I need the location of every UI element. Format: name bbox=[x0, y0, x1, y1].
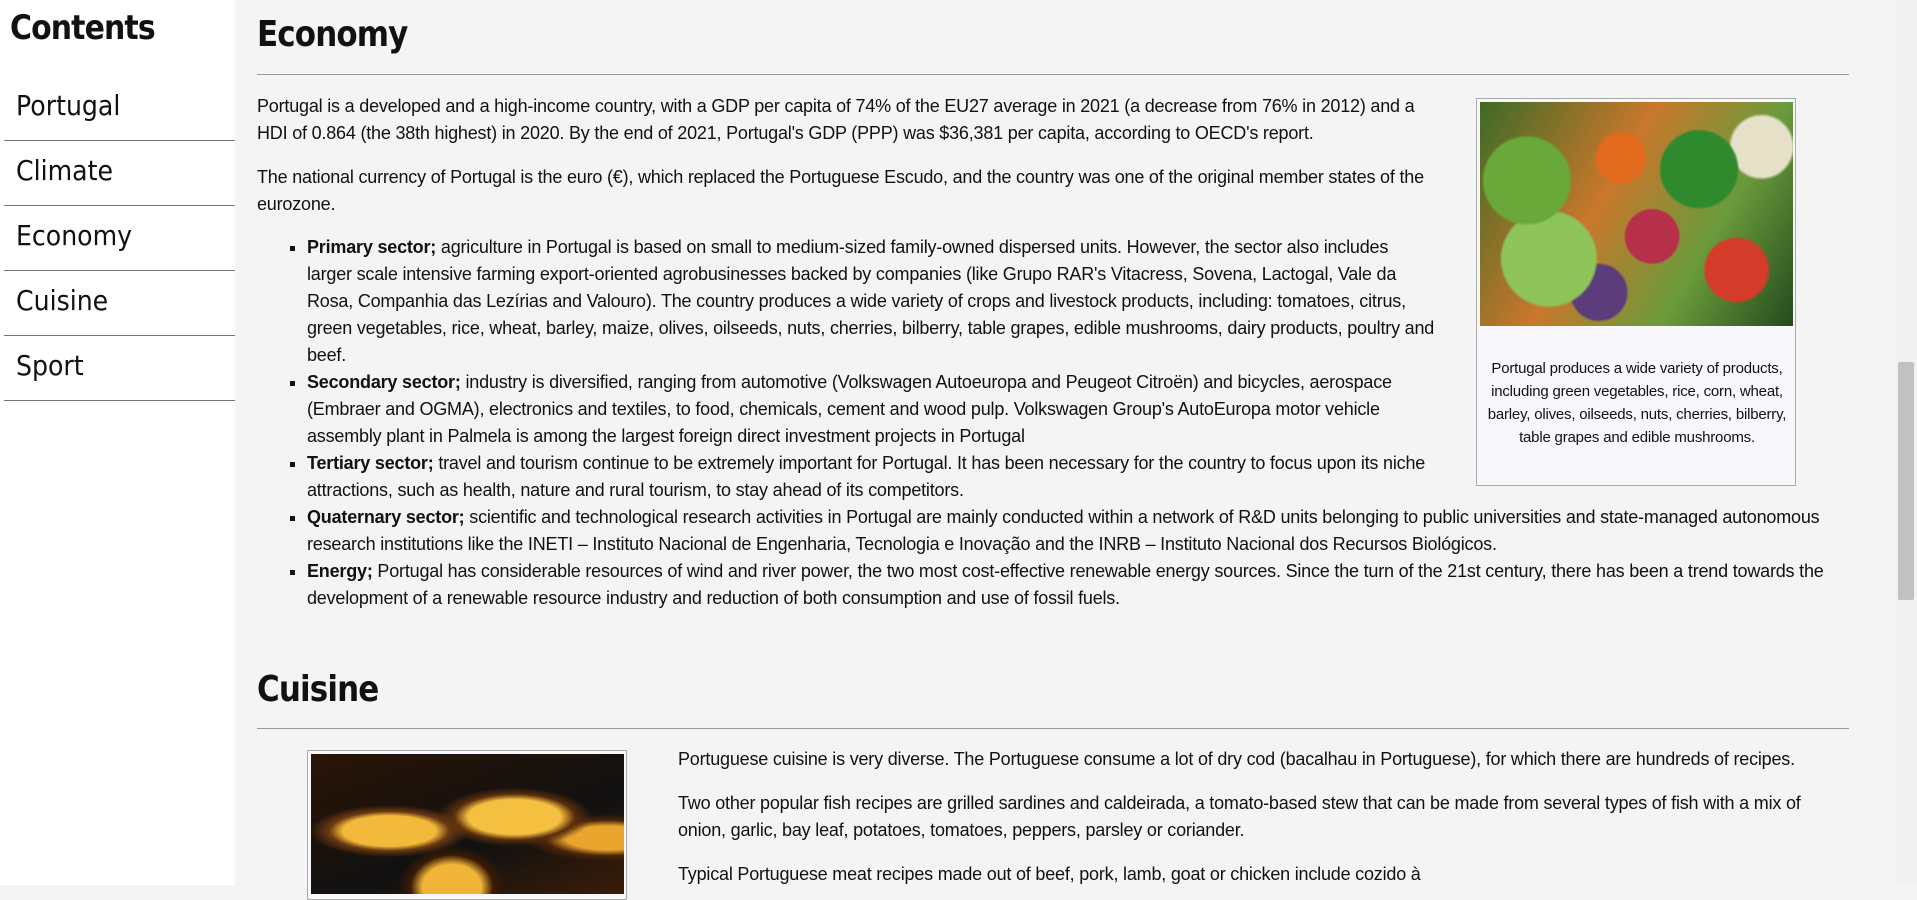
cuisine-paragraph-3: Typical Portuguese meat recipes made out… bbox=[678, 864, 1421, 884]
cuisine-heading: Cuisine bbox=[257, 669, 379, 710]
pastries-figure bbox=[307, 750, 627, 900]
sector-name: Energy; bbox=[307, 561, 373, 581]
sector-text: travel and tourism continue to be extrem… bbox=[307, 453, 1426, 500]
sidebar-item-label: Cuisine bbox=[16, 284, 109, 317]
sidebar-item-climate[interactable]: Climate bbox=[4, 141, 235, 206]
sidebar-item-label: Climate bbox=[16, 154, 113, 187]
sector-text: industry is diversified, ranging from au… bbox=[307, 372, 1392, 446]
sidebar-item-label: Sport bbox=[16, 349, 84, 382]
list-item: Secondary sector; industry is diversifie… bbox=[307, 369, 1437, 450]
sidebar-item-label: Portugal bbox=[16, 89, 121, 122]
sector-name: Quaternary sector; bbox=[307, 507, 465, 527]
economy-heading: Economy bbox=[257, 14, 408, 55]
sidebar-item-sport[interactable]: Sport bbox=[4, 336, 235, 401]
sidebar-item-cuisine[interactable]: Cuisine bbox=[4, 271, 235, 336]
sector-text: Portugal has considerable resources of w… bbox=[307, 561, 1824, 608]
list-item: Tertiary sector; travel and tourism cont… bbox=[307, 450, 1437, 504]
vegetables-image bbox=[1480, 102, 1793, 326]
cuisine-paragraph-1: Portuguese cuisine is very diverse. The … bbox=[678, 749, 1795, 769]
sidebar: Contents Portugal Climate Economy Cuisin… bbox=[0, 0, 235, 885]
pastries-image bbox=[311, 754, 624, 894]
sector-name: Secondary sector; bbox=[307, 372, 461, 392]
divider bbox=[257, 728, 1849, 729]
sector-text: agriculture in Portugal is based on smal… bbox=[307, 237, 1435, 365]
list-item: Quaternary sector; scientific and techno… bbox=[307, 504, 1847, 558]
sidebar-item-economy[interactable]: Economy bbox=[4, 206, 235, 271]
main-content: Economy Portugal is a developed and a hi… bbox=[257, 0, 1849, 900]
sidebar-item-portugal[interactable]: Portugal bbox=[4, 76, 235, 141]
contents-heading: Contents bbox=[10, 8, 156, 48]
cuisine-paragraph-2: Two other popular fish recipes are grill… bbox=[678, 793, 1801, 840]
list-item: Primary sector; agriculture in Portugal … bbox=[307, 234, 1437, 369]
economy-paragraph-1: Portugal is a developed and a high-incom… bbox=[257, 96, 1415, 143]
table-of-contents: Portugal Climate Economy Cuisine Sport bbox=[4, 76, 235, 401]
sector-text: scientific and technological research ac… bbox=[307, 507, 1820, 554]
vegetables-figure: Portugal produces a wide variety of prod… bbox=[1476, 98, 1796, 486]
economy-paragraph-2: The national currency of Portugal is the… bbox=[257, 167, 1424, 214]
figure-caption: Portugal produces a wide variety of prod… bbox=[1487, 360, 1787, 446]
vertical-scrollbar[interactable] bbox=[1895, 0, 1917, 885]
scrollbar-thumb[interactable] bbox=[1898, 362, 1914, 600]
sector-name: Primary sector; bbox=[307, 237, 437, 257]
list-item: Energy; Portugal has considerable resour… bbox=[307, 558, 1847, 612]
sector-name: Tertiary sector; bbox=[307, 453, 434, 473]
sidebar-item-label: Economy bbox=[16, 219, 133, 252]
divider bbox=[257, 74, 1849, 75]
